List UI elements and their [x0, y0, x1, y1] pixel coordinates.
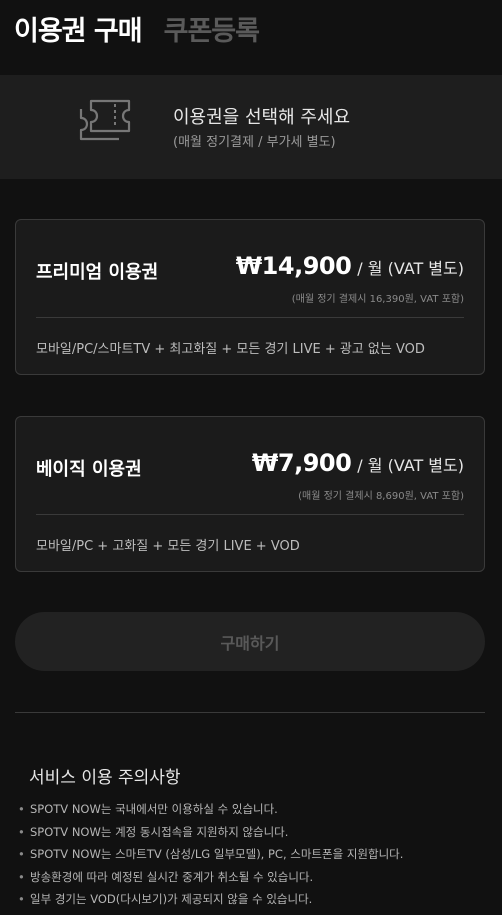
- ticket-icon: [79, 99, 131, 141]
- tab-coupon-register[interactable]: 쿠폰등록: [164, 9, 260, 48]
- list-item: • SPOTV NOW는 계정 동시접속을 지원하지 않습니다.: [18, 821, 403, 844]
- plan-features: 모바일/PC/스마트TV + 최고화질 + 모든 경기 LIVE + 광고 없는…: [36, 342, 425, 357]
- bullet-icon: •: [18, 847, 25, 861]
- select-ticket-banner: 이용권을 선택해 주세요 (매월 정기결제 / 부가세 별도): [0, 75, 502, 179]
- plan-price: ₩14,900: [235, 252, 352, 280]
- list-item: • SPOTV NOW는 국내에서만 이용하실 수 있습니다.: [18, 798, 403, 821]
- plan-price: ₩7,900: [251, 449, 352, 477]
- notice-text: 방송환경에 따라 예정된 실시간 중계가 취소될 수 있습니다.: [30, 869, 314, 884]
- list-item: • 일부 경기는 VOD(다시보기)가 제공되지 않을 수 있습니다.: [18, 888, 403, 911]
- notice-text: SPOTV NOW는 국내에서만 이용하실 수 있습니다.: [30, 802, 278, 816]
- bullet-icon: •: [18, 802, 25, 816]
- notice-text: SPOTV NOW는 스마트TV (삼성/LG 일부모델), PC, 스마트폰을…: [30, 847, 404, 861]
- tab-purchase[interactable]: 이용권 구매: [14, 9, 143, 48]
- purchase-button[interactable]: 구매하기: [15, 612, 485, 671]
- notice-text: 일부 경기는 VOD(다시보기)가 제공되지 않을 수 있습니다.: [30, 892, 313, 906]
- plan-divider: [36, 514, 464, 515]
- plan-card-premium[interactable]: 프리미엄 이용권 ₩14,900 / 월 (VAT 별도) (매월 정기 결제시…: [15, 219, 485, 375]
- banner-subtitle: (매월 정기결제 / 부가세 별도): [173, 135, 336, 150]
- plan-vat-note: (매월 정기 결제시 16,390원, VAT 포함): [291, 294, 464, 305]
- plan-card-basic[interactable]: 베이직 이용권 ₩7,900 / 월 (VAT 별도) (매월 정기 결제시 8…: [15, 416, 485, 572]
- plan-name: 프리미엄 이용권: [36, 262, 159, 283]
- plan-price-group: ₩7,900 / 월 (VAT 별도): [252, 449, 464, 477]
- banner-title: 이용권을 선택해 주세요: [173, 107, 351, 128]
- list-item: • SPOTV NOW는 스마트TV (삼성/LG 일부모델), PC, 스마트폰…: [18, 843, 403, 866]
- plan-price-unit: / 월 (VAT 별도): [357, 456, 464, 475]
- bullet-icon: •: [18, 869, 25, 884]
- notice-title: 서비스 이용 주의사항: [29, 768, 181, 788]
- plan-name: 베이직 이용권: [36, 459, 142, 480]
- section-divider: [15, 712, 485, 713]
- plan-divider: [36, 317, 464, 318]
- list-item: • 방송환경에 따라 예정된 실시간 중계가 취소될 수 있습니다.: [18, 866, 403, 889]
- plan-price-group: ₩14,900 / 월 (VAT 별도): [236, 252, 464, 280]
- bullet-icon: •: [18, 824, 25, 839]
- tab-bar: 이용권 구매 쿠폰등록: [14, 9, 260, 48]
- plan-price-unit: / 월 (VAT 별도): [357, 259, 464, 278]
- bullet-icon: •: [18, 892, 25, 906]
- notice-text: SPOTV NOW는 계정 동시접속을 지원하지 않습니다.: [30, 824, 289, 839]
- plan-features: 모바일/PC + 고화질 + 모든 경기 LIVE + VOD: [36, 539, 300, 554]
- plan-vat-note: (매월 정기 결제시 8,690원, VAT 포함): [298, 491, 464, 502]
- notice-list: • SPOTV NOW는 국내에서만 이용하실 수 있습니다. • SPOTV NO…: [18, 798, 403, 911]
